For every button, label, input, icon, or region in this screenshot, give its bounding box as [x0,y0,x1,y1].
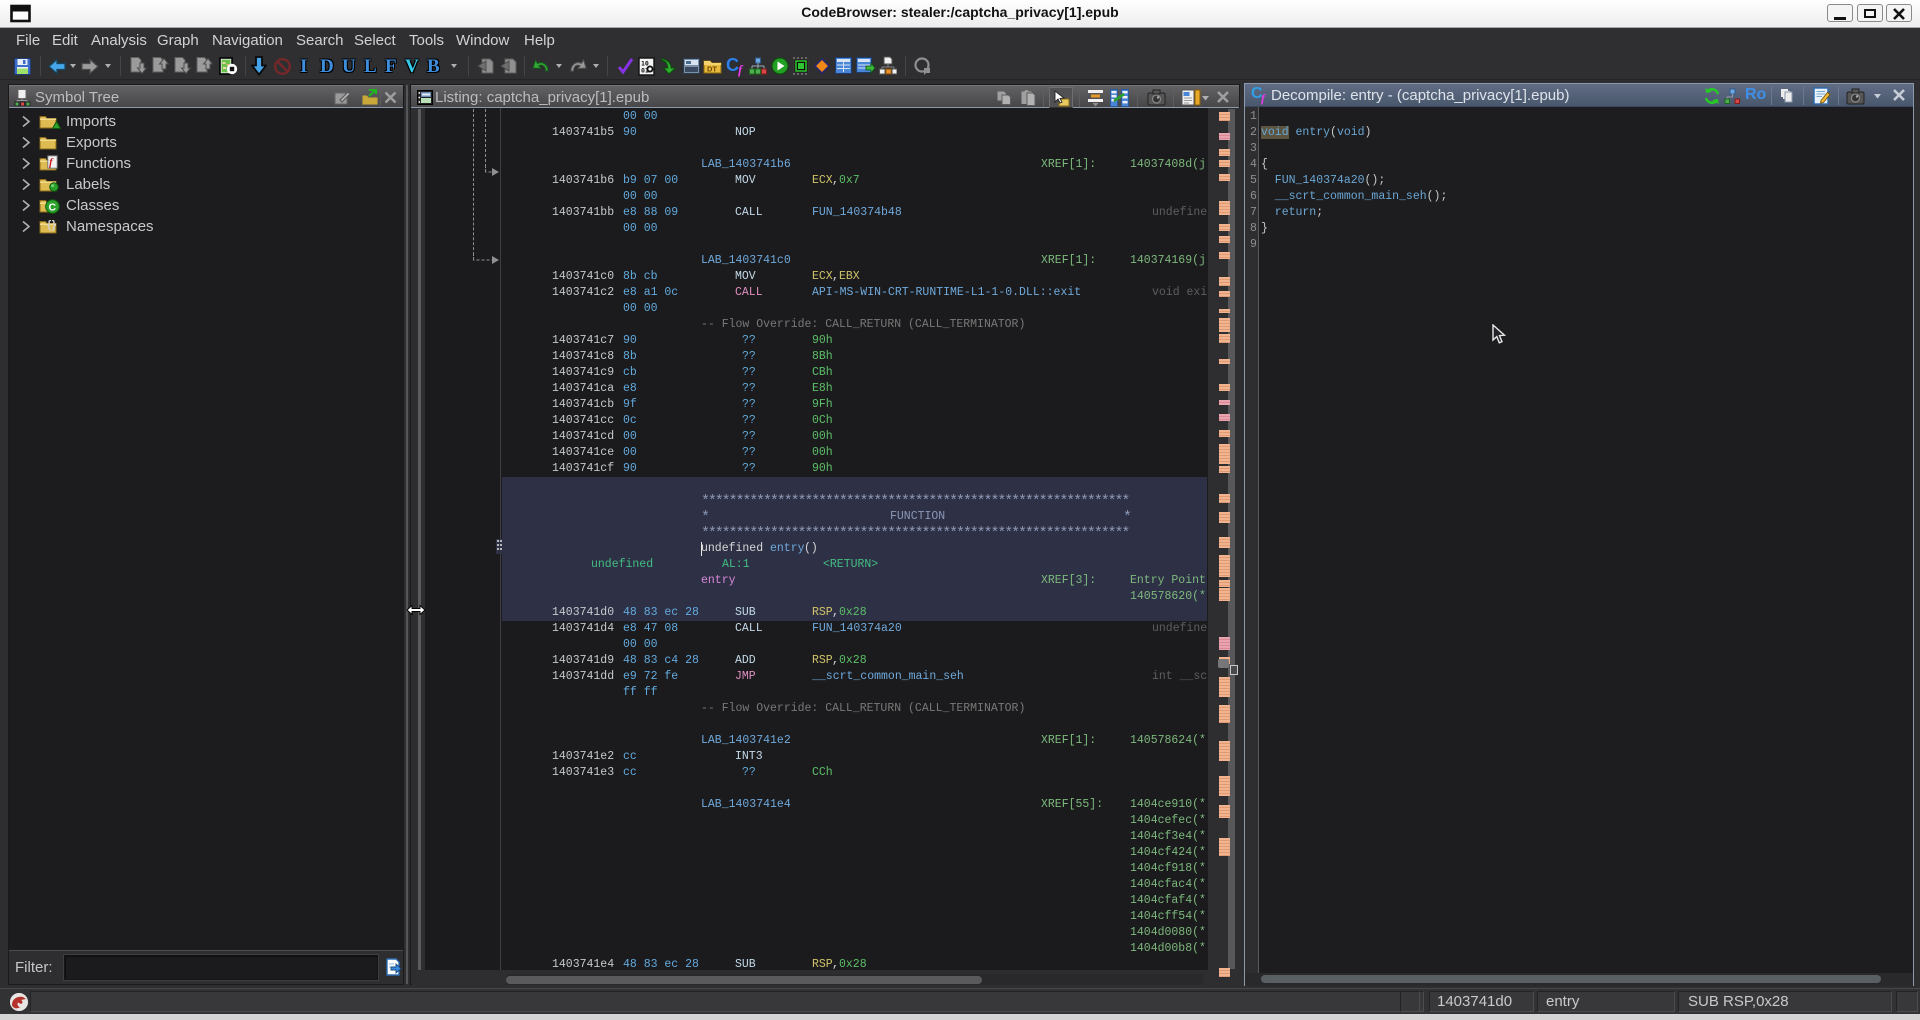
svg-text:C: C [49,202,57,214]
svg-text:DT: DT [707,65,717,74]
